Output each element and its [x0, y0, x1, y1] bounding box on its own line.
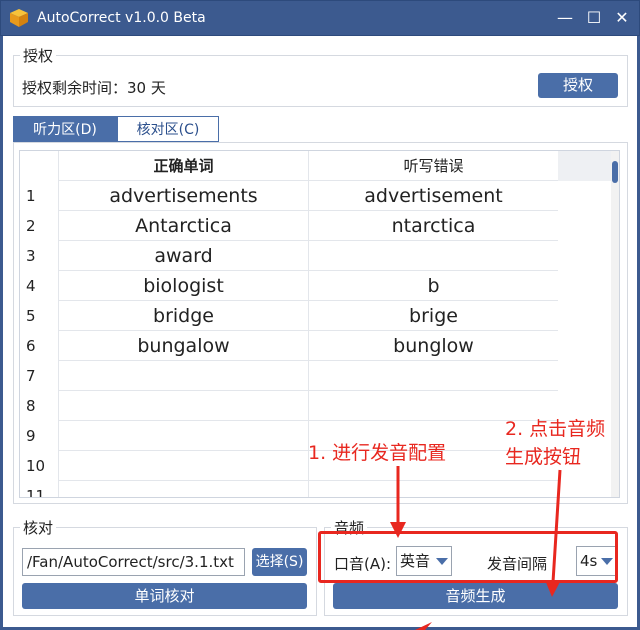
window-title: AutoCorrect v1.0.0 Beta — [37, 10, 206, 26]
column-header-error[interactable]: 听写错误 — [308, 151, 558, 181]
row-number: 11 — [26, 487, 46, 498]
table-row[interactable]: 7 — [20, 361, 558, 391]
table-row[interactable]: 5 bridge brige — [20, 301, 558, 331]
license-group-title: 授权 — [20, 45, 57, 66]
license-button[interactable]: 授权 — [538, 73, 618, 98]
error-word-cell[interactable]: bunglow — [308, 331, 558, 361]
correct-word-cell[interactable] — [58, 481, 308, 497]
audio-generate-button[interactable]: 音频生成 — [333, 583, 618, 609]
table-row[interactable]: 6 bungalow bunglow — [20, 331, 558, 361]
column-header-correct[interactable]: 正确单词 — [58, 151, 308, 181]
close-button[interactable]: ✕ — [611, 7, 633, 29]
minimize-button[interactable]: — — [554, 7, 576, 29]
check-group-title: 核对 — [20, 517, 57, 538]
table-header-row: 正确单词 听写错误 — [20, 151, 558, 181]
scrollbar-thumb[interactable] — [612, 161, 618, 183]
license-remaining-text: 授权剩余时间：30 天 — [22, 79, 166, 97]
table-row[interactable]: 10 — [20, 451, 558, 481]
row-number: 6 — [26, 337, 36, 355]
tab-listening[interactable]: 听力区(D) — [13, 116, 117, 142]
header-corner — [558, 151, 613, 181]
table-vertical-scrollbar[interactable] — [611, 151, 619, 497]
row-number: 7 — [26, 367, 36, 385]
table-row[interactable]: 8 — [20, 391, 558, 421]
correct-word-cell[interactable] — [58, 361, 308, 391]
step1-annotation: 1. 进行发音配置 — [308, 442, 447, 464]
error-word-cell[interactable] — [308, 361, 558, 391]
table-row[interactable]: 2 Antarctica ntarctica — [20, 211, 558, 241]
maximize-button[interactable]: ☐ — [583, 7, 605, 29]
row-number: 4 — [26, 277, 36, 295]
error-word-cell[interactable]: advertisement — [308, 181, 558, 211]
correct-word-cell[interactable] — [58, 451, 308, 481]
row-number: 9 — [26, 427, 36, 445]
select-file-button[interactable]: 选择(S) — [252, 548, 307, 576]
row-number: 2 — [26, 217, 36, 235]
error-word-cell[interactable]: ntarctica — [308, 211, 558, 241]
correct-word-cell[interactable] — [58, 421, 308, 451]
row-number: 10 — [26, 457, 46, 475]
error-word-cell[interactable]: b — [308, 271, 558, 301]
error-word-cell[interactable] — [308, 481, 558, 497]
tab-check[interactable]: 核对区(C) — [117, 116, 219, 142]
step2-annotation-line1: 2. 点击音频 — [505, 418, 606, 440]
table-row[interactable]: 3 award — [20, 241, 558, 271]
step2-annotation-line2: 生成按钮 — [505, 446, 582, 468]
row-number: 1 — [26, 187, 36, 205]
file-path-input[interactable]: /Fan/AutoCorrect/src/3.1.txt — [22, 548, 245, 576]
correct-word-cell[interactable]: bridge — [58, 301, 308, 331]
row-number: 3 — [26, 247, 36, 265]
table-row[interactable]: 1 advertisements advertisement — [20, 181, 558, 211]
table-row[interactable]: 11 — [20, 481, 558, 498]
row-number-header — [20, 151, 58, 181]
word-verify-button[interactable]: 单词核对 — [22, 583, 307, 609]
row-number: 5 — [26, 307, 36, 325]
title-bar: AutoCorrect v1.0.0 Beta — ☐ ✕ — [0, 0, 640, 36]
correct-word-cell[interactable]: award — [58, 241, 308, 271]
error-word-cell[interactable] — [308, 241, 558, 271]
row-number: 8 — [26, 397, 36, 415]
audio-settings-highlight — [318, 531, 618, 583]
error-word-cell[interactable]: brige — [308, 301, 558, 331]
app-logo-icon — [10, 9, 28, 27]
correct-word-cell[interactable]: bungalow — [58, 331, 308, 361]
correct-word-cell[interactable]: Antarctica — [58, 211, 308, 241]
correct-word-cell[interactable]: biologist — [58, 271, 308, 301]
correct-word-cell[interactable]: advertisements — [58, 181, 308, 211]
table-row[interactable]: 9 — [20, 421, 558, 451]
table-row[interactable]: 4 biologist b — [20, 271, 558, 301]
correct-word-cell[interactable] — [58, 391, 308, 421]
